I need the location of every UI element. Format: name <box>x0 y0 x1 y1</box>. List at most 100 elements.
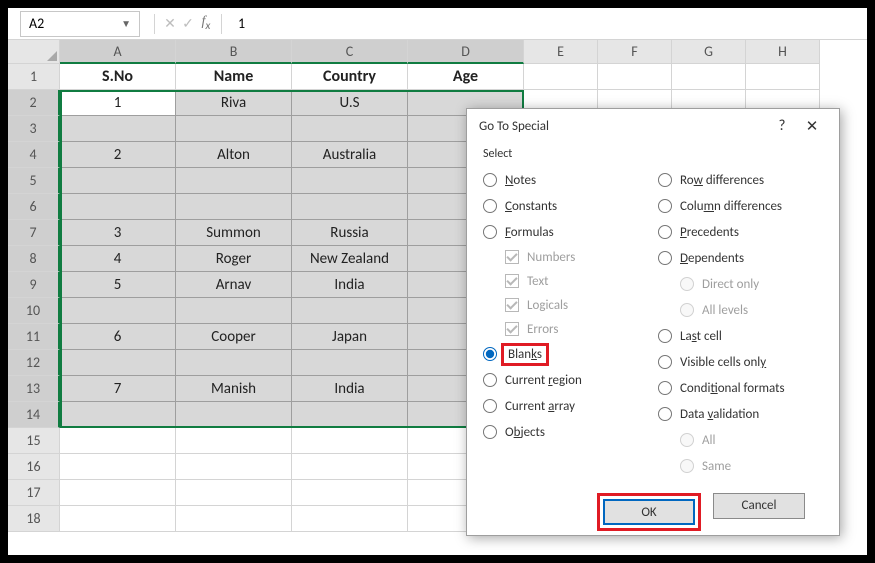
cell-active[interactable]: 1 <box>60 90 176 116</box>
row-header[interactable]: 5 <box>8 168 60 194</box>
cell[interactable]: Japan <box>292 324 408 350</box>
cell[interactable] <box>60 454 176 480</box>
col-header-d[interactable]: D <box>408 40 524 64</box>
row-header[interactable]: 16 <box>8 454 60 480</box>
row-header[interactable]: 11 <box>8 324 60 350</box>
cell[interactable] <box>60 350 176 376</box>
cell[interactable] <box>292 298 408 324</box>
cell[interactable]: Roger <box>176 246 292 272</box>
col-header-g[interactable]: G <box>672 40 746 64</box>
option-conditional-formats[interactable]: Conditional formats <box>658 375 823 401</box>
cell[interactable]: India <box>292 272 408 298</box>
cell[interactable] <box>60 402 176 428</box>
cell[interactable] <box>176 480 292 506</box>
cell[interactable] <box>60 428 176 454</box>
cell[interactable] <box>746 64 820 90</box>
col-header-c[interactable]: C <box>292 40 408 64</box>
cell[interactable]: U.S <box>292 90 408 116</box>
cell[interactable] <box>292 480 408 506</box>
cell[interactable]: Cooper <box>176 324 292 350</box>
row-header[interactable]: 6 <box>8 194 60 220</box>
cell[interactable]: 4 <box>60 246 176 272</box>
row-header[interactable]: 12 <box>8 350 60 376</box>
ok-button[interactable]: OK <box>603 499 695 525</box>
option-dependents[interactable]: Dependents <box>658 245 823 271</box>
cell[interactable] <box>176 168 292 194</box>
cell[interactable] <box>672 64 746 90</box>
col-header-e[interactable]: E <box>524 40 598 64</box>
cell[interactable]: Riva <box>176 90 292 116</box>
cell[interactable]: Name <box>176 64 292 90</box>
cell[interactable]: Arnav <box>176 272 292 298</box>
cell[interactable] <box>60 298 176 324</box>
cell[interactable]: S.No <box>60 64 176 90</box>
cell[interactable]: India <box>292 376 408 402</box>
cell[interactable] <box>176 428 292 454</box>
cell[interactable] <box>60 168 176 194</box>
cell[interactable]: Country <box>292 64 408 90</box>
option-current-array[interactable]: Current array <box>483 393 648 419</box>
option-current-region[interactable]: Current region <box>483 367 648 393</box>
option-blanks[interactable]: Blanks <box>483 341 648 367</box>
option-visible-cells[interactable]: Visible cells only <box>658 349 823 375</box>
cell[interactable]: Australia <box>292 142 408 168</box>
cell[interactable] <box>60 194 176 220</box>
row-header[interactable]: 8 <box>8 246 60 272</box>
cell[interactable] <box>176 454 292 480</box>
cell[interactable]: Summon <box>176 220 292 246</box>
cell[interactable] <box>292 116 408 142</box>
cell[interactable]: Manish <box>176 376 292 402</box>
option-notes[interactable]: Notes <box>483 167 648 193</box>
cell[interactable] <box>60 506 176 532</box>
cell[interactable]: Russia <box>292 220 408 246</box>
formula-input[interactable]: 1 <box>228 15 867 32</box>
chevron-down-icon[interactable]: ▼ <box>121 17 131 30</box>
cell[interactable] <box>176 350 292 376</box>
option-data-validation[interactable]: Data validation <box>658 401 823 427</box>
cell[interactable] <box>292 194 408 220</box>
cell[interactable]: 6 <box>60 324 176 350</box>
col-header-h[interactable]: H <box>746 40 820 64</box>
help-icon[interactable]: ? <box>767 117 797 135</box>
cell[interactable] <box>176 402 292 428</box>
cell[interactable] <box>598 64 672 90</box>
cell[interactable] <box>60 480 176 506</box>
row-header[interactable]: 2 <box>8 90 60 116</box>
cell[interactable]: 7 <box>60 376 176 402</box>
cell[interactable] <box>176 116 292 142</box>
col-header-a[interactable]: A <box>60 40 176 64</box>
option-column-differences[interactable]: Column differences <box>658 193 823 219</box>
row-header[interactable]: 7 <box>8 220 60 246</box>
cell[interactable] <box>176 194 292 220</box>
row-header[interactable]: 9 <box>8 272 60 298</box>
select-all-corner[interactable] <box>8 40 60 64</box>
row-header[interactable]: 17 <box>8 480 60 506</box>
row-header[interactable]: 18 <box>8 506 60 532</box>
cell[interactable]: Alton <box>176 142 292 168</box>
option-last-cell[interactable]: Last cell <box>658 323 823 349</box>
row-header[interactable]: 13 <box>8 376 60 402</box>
row-header[interactable]: 15 <box>8 428 60 454</box>
row-header[interactable]: 14 <box>8 402 60 428</box>
cell[interactable]: 2 <box>60 142 176 168</box>
fx-icon[interactable]: fx <box>197 14 215 33</box>
option-row-differences[interactable]: Row differences <box>658 167 823 193</box>
cell[interactable] <box>292 454 408 480</box>
cell[interactable] <box>292 402 408 428</box>
option-constants[interactable]: Constants <box>483 193 648 219</box>
cell[interactable]: Age <box>408 64 524 90</box>
option-objects[interactable]: Objects <box>483 419 648 445</box>
cell[interactable] <box>292 428 408 454</box>
cell[interactable] <box>176 298 292 324</box>
row-header[interactable]: 1 <box>8 64 60 90</box>
row-header[interactable]: 4 <box>8 142 60 168</box>
col-header-b[interactable]: B <box>176 40 292 64</box>
cell[interactable] <box>524 64 598 90</box>
cell[interactable] <box>292 506 408 532</box>
cell[interactable]: 3 <box>60 220 176 246</box>
row-header[interactable]: 3 <box>8 116 60 142</box>
col-header-f[interactable]: F <box>598 40 672 64</box>
cell[interactable]: 5 <box>60 272 176 298</box>
cell[interactable] <box>292 350 408 376</box>
cancel-button[interactable]: Cancel <box>713 493 805 519</box>
